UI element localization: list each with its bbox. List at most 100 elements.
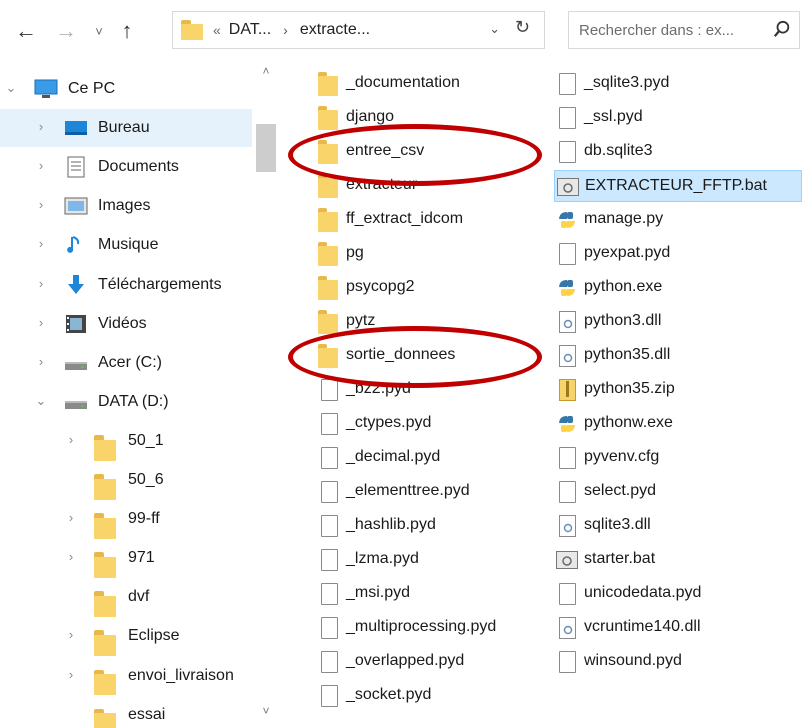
file-item[interactable]: pyexpat.pyd bbox=[554, 238, 802, 270]
folder-item[interactable]: psycopg2 bbox=[316, 272, 552, 304]
file-name: _ctypes.pyd bbox=[346, 414, 432, 431]
file-item[interactable]: manage.py bbox=[554, 204, 802, 236]
file-item[interactable]: pyvenv.cfg bbox=[554, 442, 802, 474]
file-item[interactable]: _elementtree.pyd bbox=[316, 476, 552, 508]
chevron-right-icon[interactable]: › bbox=[34, 197, 48, 212]
folder-item[interactable]: entree_csv bbox=[316, 136, 552, 168]
search-icon[interactable] bbox=[773, 20, 791, 38]
breadcrumb-segment[interactable]: extracte... bbox=[300, 21, 370, 39]
sidebar-item-envoi-livraison[interactable]: › envoi_livraison bbox=[0, 657, 252, 696]
file-item[interactable]: _socket.pyd bbox=[316, 680, 552, 712]
sidebar-item-dvf[interactable]: dvf bbox=[0, 578, 252, 618]
chevron-right-icon[interactable]: › bbox=[34, 315, 48, 330]
folder-item[interactable]: pg bbox=[316, 238, 552, 270]
file-item[interactable]: _sqlite3.pyd bbox=[554, 68, 802, 100]
sidebar-item-ce-pc[interactable]: ⌄ Ce PC bbox=[0, 70, 252, 108]
file-name: _documentation bbox=[346, 74, 460, 91]
file-name: _ssl.pyd bbox=[584, 108, 643, 125]
file-item[interactable]: _hashlib.pyd bbox=[316, 510, 552, 542]
file-name: vcruntime140.dll bbox=[584, 618, 701, 635]
zip-file-icon bbox=[559, 379, 576, 401]
chevron-right-icon[interactable]: › bbox=[34, 354, 48, 369]
sidebar-item-eclipse[interactable]: › Eclipse bbox=[0, 617, 252, 657]
sidebar-item-99-ff[interactable]: › 99-ff bbox=[0, 500, 252, 540]
file-item[interactable]: select.pyd bbox=[554, 476, 802, 508]
file-item[interactable]: python35.dll bbox=[554, 340, 802, 372]
refresh-icon[interactable]: ↻ bbox=[515, 17, 530, 38]
breadcrumb-separator[interactable]: › bbox=[283, 22, 288, 38]
file-item[interactable]: pythonw.exe bbox=[554, 408, 802, 440]
file-item[interactable]: winsound.pyd bbox=[554, 646, 802, 678]
file-item[interactable]: _ctypes.pyd bbox=[316, 408, 552, 440]
folder-item[interactable]: extracteur bbox=[316, 170, 552, 202]
sidebar-item-acer-c[interactable]: › Acer (C:) bbox=[0, 344, 252, 382]
file-name: manage.py bbox=[584, 210, 664, 227]
file-item[interactable]: _ssl.pyd bbox=[554, 102, 802, 134]
address-prefix[interactable]: « bbox=[213, 22, 221, 38]
file-item[interactable]: _lzma.pyd bbox=[316, 544, 552, 576]
file-item[interactable]: db.sqlite3 bbox=[554, 136, 802, 168]
file-item[interactable]: starter.bat bbox=[554, 544, 802, 576]
file-item[interactable]: python.exe bbox=[554, 272, 802, 304]
sidebar-item-50-6[interactable]: 50_6 bbox=[0, 461, 252, 500]
dll-file-icon bbox=[559, 515, 576, 537]
file-item[interactable]: EXTRACTEUR_FFTP.bat bbox=[554, 170, 802, 202]
forward-button[interactable]: → bbox=[50, 14, 82, 48]
search-placeholder[interactable]: Rechercher dans : ex... bbox=[579, 22, 734, 39]
file-item[interactable]: _decimal.pyd bbox=[316, 442, 552, 474]
file-item[interactable]: _msi.pyd bbox=[316, 578, 552, 610]
sidebar-item-vid-os[interactable]: › Vidéos bbox=[0, 305, 252, 343]
search-box[interactable]: Rechercher dans : ex... bbox=[568, 11, 800, 49]
chevron-right-icon[interactable]: › bbox=[34, 236, 48, 251]
folder-item[interactable]: django bbox=[316, 102, 552, 134]
folder-item[interactable]: sortie_donnees bbox=[316, 340, 552, 372]
file-icon bbox=[321, 617, 338, 639]
chevron-right-icon[interactable]: › bbox=[34, 276, 48, 291]
sidebar-item-documents[interactable]: › Documents bbox=[0, 148, 252, 186]
recent-locations-button[interactable]: ˅ bbox=[88, 14, 110, 48]
batch-file-icon bbox=[556, 551, 578, 569]
file-item[interactable]: sqlite3.dll bbox=[554, 510, 802, 542]
folder-item[interactable]: pytz bbox=[316, 306, 552, 338]
chevron-right-icon[interactable]: › bbox=[34, 158, 48, 173]
documents-icon bbox=[64, 156, 88, 178]
chevron-right-icon[interactable]: › bbox=[64, 549, 78, 564]
chevron-down-icon[interactable]: ⌄ bbox=[34, 393, 48, 409]
file-item[interactable]: unicodedata.pyd bbox=[554, 578, 802, 610]
file-item[interactable]: _multiprocessing.pyd bbox=[316, 612, 552, 644]
chevron-down-icon[interactable]: ⌄ bbox=[4, 80, 18, 96]
chevron-right-icon[interactable]: › bbox=[34, 119, 48, 134]
chevron-right-icon[interactable]: › bbox=[64, 667, 78, 682]
scroll-down-icon[interactable]: ˅ bbox=[254, 704, 278, 724]
file-item[interactable]: python3.dll bbox=[554, 306, 802, 338]
folder-item[interactable]: _documentation bbox=[316, 68, 552, 100]
navigation-scrollbar[interactable]: ˄ ˅ bbox=[254, 62, 278, 728]
sidebar-item-971[interactable]: › 971 bbox=[0, 539, 252, 579]
scroll-thumb[interactable] bbox=[256, 124, 276, 172]
address-bar[interactable]: « DAT... › extracte... ⌄ ↻ bbox=[172, 11, 545, 49]
sidebar-item-50-1[interactable]: › 50_1 bbox=[0, 422, 252, 461]
dll-file-icon bbox=[559, 617, 576, 639]
sidebar-item-essai[interactable]: essai bbox=[0, 696, 252, 728]
chevron-right-icon[interactable]: › bbox=[64, 510, 78, 525]
sidebar-item-data-d[interactable]: ⌄ DATA (D:) bbox=[0, 383, 252, 421]
sidebar-item-images[interactable]: › Images bbox=[0, 187, 252, 225]
file-item[interactable]: _overlapped.pyd bbox=[316, 646, 552, 678]
scroll-up-icon[interactable]: ˄ bbox=[254, 64, 278, 84]
file-item[interactable]: python35.zip bbox=[554, 374, 802, 406]
sidebar-item-musique[interactable]: › Musique bbox=[0, 226, 252, 264]
breadcrumb-segment[interactable]: DAT... bbox=[229, 21, 271, 39]
file-item[interactable]: vcruntime140.dll bbox=[554, 612, 802, 644]
file-item[interactable]: _bz2.pyd bbox=[316, 374, 552, 406]
back-button[interactable]: ← bbox=[10, 14, 42, 48]
address-dropdown-icon[interactable]: ⌄ bbox=[489, 21, 500, 37]
file-name: psycopg2 bbox=[346, 278, 415, 295]
chevron-right-icon[interactable]: › bbox=[64, 432, 78, 447]
folder-icon bbox=[94, 434, 116, 461]
folder-item[interactable]: ff_extract_idcom bbox=[316, 204, 552, 236]
sidebar-item-t-l-chargements[interactable]: › Téléchargements bbox=[0, 266, 252, 304]
folder-icon bbox=[318, 140, 338, 164]
up-button[interactable]: ↑ bbox=[112, 14, 142, 48]
sidebar-item-bureau[interactable]: › Bureau bbox=[0, 109, 252, 148]
chevron-right-icon[interactable]: › bbox=[64, 627, 78, 642]
